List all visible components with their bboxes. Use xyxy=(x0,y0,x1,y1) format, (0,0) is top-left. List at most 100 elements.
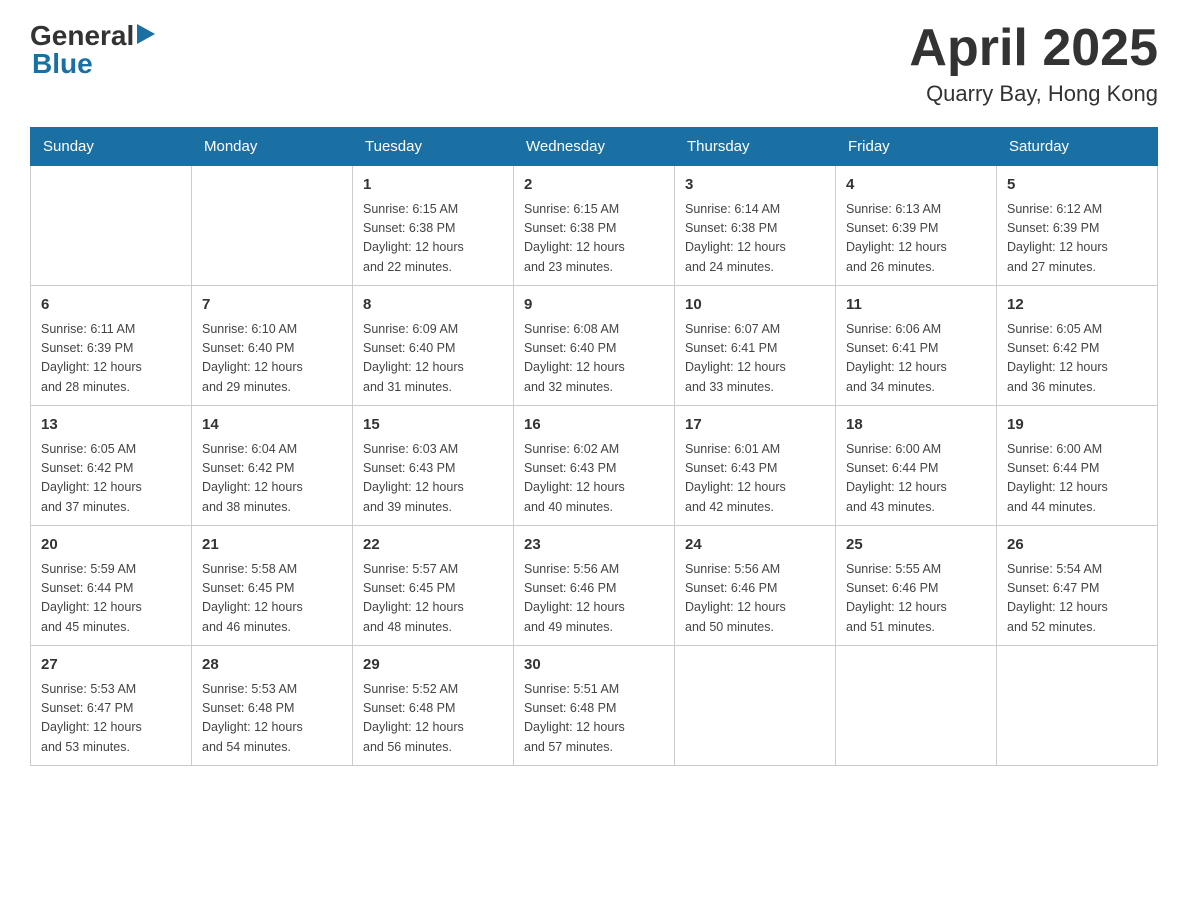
table-row: 28 Sunrise: 5:53 AMSunset: 6:48 PMDayligh… xyxy=(192,646,353,766)
table-row: 27 Sunrise: 5:53 AMSunset: 6:47 PMDayligh… xyxy=(31,646,192,766)
calendar-table: Sunday Monday Tuesday Wednesday Thursday… xyxy=(30,127,1158,766)
table-row: 15 Sunrise: 6:03 AMSunset: 6:43 PMDayligh… xyxy=(353,406,514,526)
table-row: 6 Sunrise: 6:11 AMSunset: 6:39 PMDaylight… xyxy=(31,286,192,406)
day-number: 3 xyxy=(685,174,825,197)
day-info: Sunrise: 5:52 AMSunset: 6:48 PMDaylight:… xyxy=(363,680,503,758)
day-number: 28 xyxy=(202,654,342,677)
day-info: Sunrise: 5:56 AMSunset: 6:46 PMDaylight:… xyxy=(685,560,825,638)
day-number: 2 xyxy=(524,174,664,197)
table-row: 18 Sunrise: 6:00 AMSunset: 6:44 PMDayligh… xyxy=(836,406,997,526)
day-number: 16 xyxy=(524,414,664,437)
table-row xyxy=(997,646,1158,766)
day-number: 21 xyxy=(202,534,342,557)
logo-arrow-icon xyxy=(137,24,155,49)
table-row: 19 Sunrise: 6:00 AMSunset: 6:44 PMDayligh… xyxy=(997,406,1158,526)
day-info: Sunrise: 6:00 AMSunset: 6:44 PMDaylight:… xyxy=(1007,440,1147,518)
day-info: Sunrise: 5:53 AMSunset: 6:48 PMDaylight:… xyxy=(202,680,342,758)
table-row: 22Sunrise: 5:57 AMSunset: 6:45 PMDayligh… xyxy=(353,526,514,646)
day-info: Sunrise: 5:51 AMSunset: 6:48 PMDaylight:… xyxy=(524,680,664,758)
col-thursday: Thursday xyxy=(675,128,836,166)
day-number: 23 xyxy=(524,534,664,557)
day-info: Sunrise: 6:08 AMSunset: 6:40 PMDaylight:… xyxy=(524,320,664,398)
table-row: 3 Sunrise: 6:14 AMSunset: 6:38 PMDaylight… xyxy=(675,166,836,286)
table-row: 14 Sunrise: 6:04 AMSunset: 6:42 PMDayligh… xyxy=(192,406,353,526)
day-number: 1 xyxy=(363,174,503,197)
table-row: 23 Sunrise: 5:56 AMSunset: 6:46 PMDayligh… xyxy=(514,526,675,646)
table-row: 2 Sunrise: 6:15 AMSunset: 6:38 PMDaylight… xyxy=(514,166,675,286)
day-info: Sunrise: 6:14 AMSunset: 6:38 PMDaylight:… xyxy=(685,200,825,278)
day-info: Sunrise: 6:15 AMSunset: 6:38 PMDaylight:… xyxy=(363,200,503,278)
table-row: 7Sunrise: 6:10 AMSunset: 6:40 PMDaylight… xyxy=(192,286,353,406)
day-number: 5 xyxy=(1007,174,1147,197)
day-info: Sunrise: 6:11 AMSunset: 6:39 PMDaylight:… xyxy=(41,320,181,398)
calendar-subtitle: Quarry Bay, Hong Kong xyxy=(909,81,1158,107)
day-number: 11 xyxy=(846,294,986,317)
col-saturday: Saturday xyxy=(997,128,1158,166)
day-number: 30 xyxy=(524,654,664,677)
table-row: 4 Sunrise: 6:13 AMSunset: 6:39 PMDaylight… xyxy=(836,166,997,286)
day-info: Sunrise: 6:02 AMSunset: 6:43 PMDaylight:… xyxy=(524,440,664,518)
table-row: 8Sunrise: 6:09 AMSunset: 6:40 PMDaylight… xyxy=(353,286,514,406)
table-row: 24 Sunrise: 5:56 AMSunset: 6:46 PMDayligh… xyxy=(675,526,836,646)
table-row: 21Sunrise: 5:58 AMSunset: 6:45 PMDayligh… xyxy=(192,526,353,646)
day-number: 9 xyxy=(524,294,664,317)
day-number: 20 xyxy=(41,534,181,557)
day-info: Sunrise: 6:12 AMSunset: 6:39 PMDaylight:… xyxy=(1007,200,1147,278)
day-info: Sunrise: 6:03 AMSunset: 6:43 PMDaylight:… xyxy=(363,440,503,518)
day-number: 13 xyxy=(41,414,181,437)
day-number: 14 xyxy=(202,414,342,437)
day-number: 19 xyxy=(1007,414,1147,437)
day-number: 26 xyxy=(1007,534,1147,557)
table-row xyxy=(192,166,353,286)
day-info: Sunrise: 5:54 AMSunset: 6:47 PMDaylight:… xyxy=(1007,560,1147,638)
day-info: Sunrise: 6:13 AMSunset: 6:39 PMDaylight:… xyxy=(846,200,986,278)
day-info: Sunrise: 6:15 AMSunset: 6:38 PMDaylight:… xyxy=(524,200,664,278)
day-info: Sunrise: 6:05 AMSunset: 6:42 PMDaylight:… xyxy=(1007,320,1147,398)
day-number: 24 xyxy=(685,534,825,557)
table-row: 9 Sunrise: 6:08 AMSunset: 6:40 PMDaylight… xyxy=(514,286,675,406)
calendar-body: 1 Sunrise: 6:15 AMSunset: 6:38 PMDaylight… xyxy=(31,166,1158,766)
day-number: 12 xyxy=(1007,294,1147,317)
day-info: Sunrise: 5:56 AMSunset: 6:46 PMDaylight:… xyxy=(524,560,664,638)
table-row: 17 Sunrise: 6:01 AMSunset: 6:43 PMDayligh… xyxy=(675,406,836,526)
table-row: 11 Sunrise: 6:06 AMSunset: 6:41 PMDayligh… xyxy=(836,286,997,406)
table-row: 12 Sunrise: 6:05 AMSunset: 6:42 PMDayligh… xyxy=(997,286,1158,406)
col-monday: Monday xyxy=(192,128,353,166)
page-header: General Blue April 2025 Quarry Bay, Hong… xyxy=(30,20,1158,107)
day-info: Sunrise: 5:55 AMSunset: 6:46 PMDaylight:… xyxy=(846,560,986,638)
day-info: Sunrise: 6:06 AMSunset: 6:41 PMDaylight:… xyxy=(846,320,986,398)
calendar-title: April 2025 xyxy=(909,20,1158,77)
table-row: 1 Sunrise: 6:15 AMSunset: 6:38 PMDaylight… xyxy=(353,166,514,286)
day-info: Sunrise: 6:07 AMSunset: 6:41 PMDaylight:… xyxy=(685,320,825,398)
day-number: 10 xyxy=(685,294,825,317)
table-row: 26 Sunrise: 5:54 AMSunset: 6:47 PMDayligh… xyxy=(997,526,1158,646)
day-info: Sunrise: 6:00 AMSunset: 6:44 PMDaylight:… xyxy=(846,440,986,518)
logo-blue-text: Blue xyxy=(32,48,93,80)
day-number: 29 xyxy=(363,654,503,677)
day-info: Sunrise: 6:04 AMSunset: 6:42 PMDaylight:… xyxy=(202,440,342,518)
day-info: Sunrise: 5:57 AMSunset: 6:45 PMDaylight:… xyxy=(363,560,503,638)
day-info: Sunrise: 6:10 AMSunset: 6:40 PMDaylight:… xyxy=(202,320,342,398)
table-row: 13Sunrise: 6:05 AMSunset: 6:42 PMDayligh… xyxy=(31,406,192,526)
day-number: 25 xyxy=(846,534,986,557)
day-number: 18 xyxy=(846,414,986,437)
day-info: Sunrise: 6:01 AMSunset: 6:43 PMDaylight:… xyxy=(685,440,825,518)
day-number: 6 xyxy=(41,294,181,317)
day-info: Sunrise: 5:53 AMSunset: 6:47 PMDaylight:… xyxy=(41,680,181,758)
table-row: 10 Sunrise: 6:07 AMSunset: 6:41 PMDayligh… xyxy=(675,286,836,406)
day-number: 15 xyxy=(363,414,503,437)
table-row: 30 Sunrise: 5:51 AMSunset: 6:48 PMDayligh… xyxy=(514,646,675,766)
calendar-header: Sunday Monday Tuesday Wednesday Thursday… xyxy=(31,128,1158,166)
table-row: 25 Sunrise: 5:55 AMSunset: 6:46 PMDayligh… xyxy=(836,526,997,646)
col-tuesday: Tuesday xyxy=(353,128,514,166)
day-number: 17 xyxy=(685,414,825,437)
day-number: 4 xyxy=(846,174,986,197)
day-info: Sunrise: 5:59 AMSunset: 6:44 PMDaylight:… xyxy=(41,560,181,638)
table-row xyxy=(675,646,836,766)
col-sunday: Sunday xyxy=(31,128,192,166)
day-number: 27 xyxy=(41,654,181,677)
table-row: 29 Sunrise: 5:52 AMSunset: 6:48 PMDayligh… xyxy=(353,646,514,766)
col-friday: Friday xyxy=(836,128,997,166)
title-area: April 2025 Quarry Bay, Hong Kong xyxy=(909,20,1158,107)
table-row: 5 Sunrise: 6:12 AMSunset: 6:39 PMDaylight… xyxy=(997,166,1158,286)
